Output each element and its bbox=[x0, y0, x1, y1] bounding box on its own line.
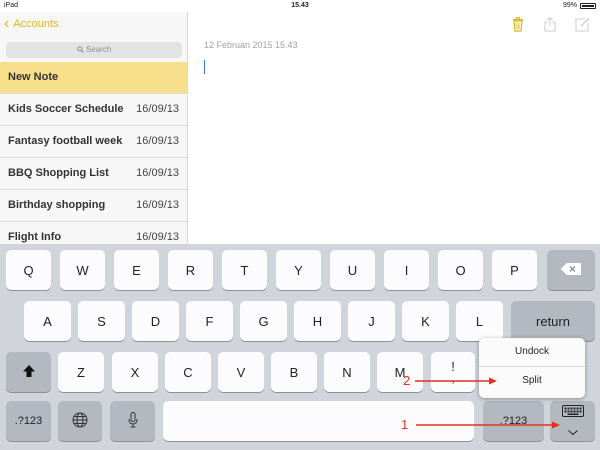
annotation-label-2: 2 bbox=[403, 373, 411, 388]
annotation-arrows bbox=[415, 377, 560, 429]
annotation-label-1: 1 bbox=[401, 417, 409, 432]
